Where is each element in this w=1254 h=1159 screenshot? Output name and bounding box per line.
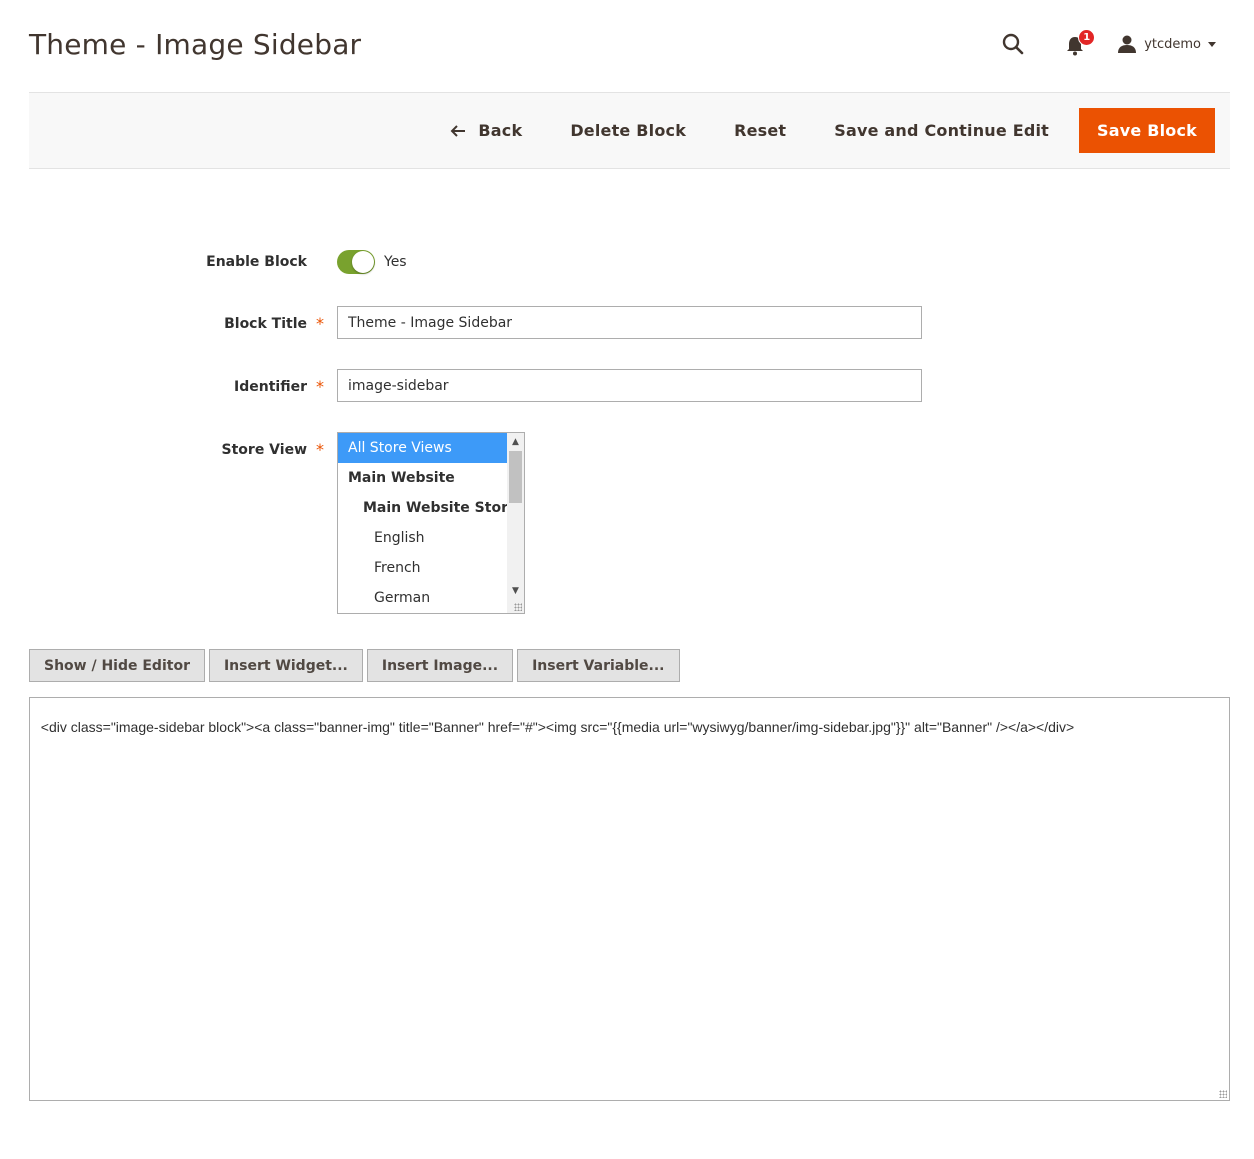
search-button[interactable] — [1000, 31, 1026, 57]
delete-block-button[interactable]: Delete Block — [546, 108, 710, 153]
header-actions: 1 ytcdemo — [1000, 29, 1216, 58]
content-textarea[interactable]: <div class="image-sidebar block"><a clas… — [29, 697, 1230, 1101]
store-view-option-store[interactable]: Main Website Store — [338, 493, 517, 523]
resize-grip-icon[interactable] — [1219, 1090, 1227, 1098]
page-actions-bar: Back Delete Block Reset Save and Continu… — [29, 92, 1230, 169]
required-asterisk: * — [316, 314, 324, 333]
store-view-option-all[interactable]: All Store Views — [338, 433, 507, 463]
save-block-button[interactable]: Save Block — [1079, 108, 1215, 153]
scroll-down-icon[interactable]: ▼ — [507, 582, 524, 599]
required-asterisk: * — [316, 377, 324, 396]
arrow-left-icon — [450, 124, 466, 138]
store-view-option-website[interactable]: Main Website — [338, 463, 507, 493]
notifications-button[interactable]: 1 — [1066, 29, 1096, 56]
page-title: Theme - Image Sidebar — [29, 28, 362, 61]
insert-image-button[interactable]: Insert Image... — [366, 649, 514, 682]
scroll-up-icon[interactable]: ▲ — [507, 433, 524, 450]
block-title-label: Block Title — [224, 316, 307, 332]
editor-toolbar: Show / Hide Editor Insert Widget... Inse… — [29, 649, 684, 682]
notification-count-badge: 1 — [1078, 29, 1096, 46]
content-text: <div class="image-sidebar block"><a clas… — [40, 719, 1075, 735]
block-title-input[interactable] — [337, 306, 922, 339]
store-view-option-english[interactable]: English — [338, 523, 507, 553]
toggle-knob — [352, 251, 374, 273]
store-view-option-french[interactable]: French — [338, 553, 507, 583]
save-and-continue-button[interactable]: Save and Continue Edit — [810, 108, 1073, 153]
user-menu[interactable]: ytcdemo — [1118, 35, 1216, 53]
enable-block-toggle[interactable] — [337, 250, 375, 274]
enable-block-label: Enable Block — [206, 254, 307, 270]
reset-button[interactable]: Reset — [710, 108, 810, 153]
store-view-scrollbar[interactable]: ▲ ▼ — [507, 433, 524, 613]
resize-grip-icon[interactable] — [514, 603, 522, 611]
enable-block-value: Yes — [384, 254, 407, 270]
user-icon — [1118, 35, 1137, 53]
caret-down-icon — [1208, 41, 1216, 47]
identifier-input[interactable] — [337, 369, 922, 402]
insert-widget-button[interactable]: Insert Widget... — [208, 649, 363, 682]
user-name: ytcdemo — [1144, 36, 1201, 52]
store-view-option-german[interactable]: German — [338, 583, 507, 613]
insert-variable-button[interactable]: Insert Variable... — [517, 649, 680, 682]
back-label: Back — [478, 121, 523, 140]
search-icon — [1002, 33, 1024, 55]
required-asterisk: * — [316, 440, 324, 459]
scrollbar-thumb[interactable] — [509, 451, 522, 503]
store-view-multiselect[interactable]: All Store Views Main Website Main Websit… — [337, 432, 525, 614]
store-view-options: All Store Views Main Website Main Websit… — [338, 433, 517, 613]
back-button[interactable]: Back — [426, 108, 546, 153]
show-hide-editor-button[interactable]: Show / Hide Editor — [29, 649, 205, 682]
store-view-label: Store View — [221, 442, 307, 458]
identifier-label: Identifier — [234, 379, 307, 395]
